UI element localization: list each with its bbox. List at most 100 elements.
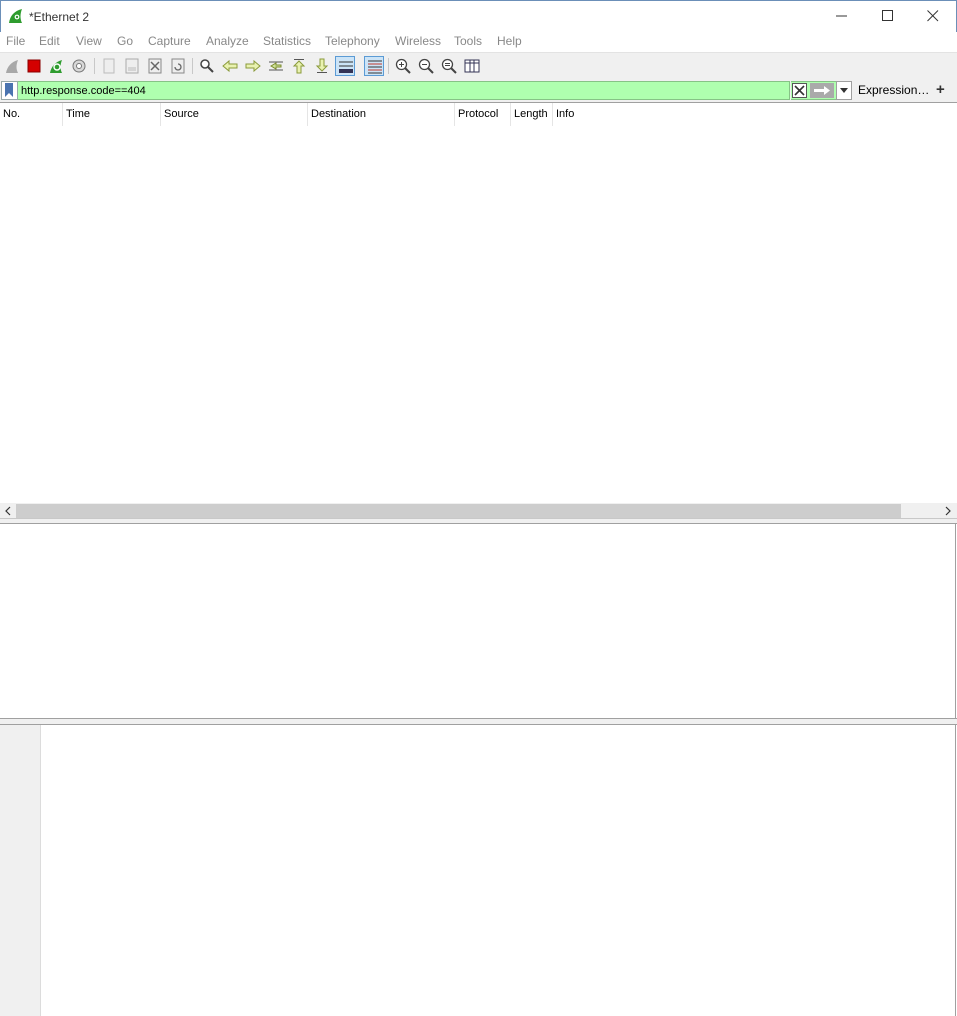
zoom-out-icon — [418, 58, 434, 74]
column-header-label: Length — [514, 108, 548, 120]
packet-list-horizontal-scrollbar[interactable] — [0, 503, 957, 519]
close-window-button[interactable] — [910, 1, 956, 31]
column-header-label: Source — [164, 108, 199, 120]
column-header-label: No. — [3, 108, 21, 120]
display-filter-input[interactable] — [18, 81, 790, 100]
menu-analyze[interactable]: Analyze — [206, 34, 249, 48]
restart-capture-icon — [50, 60, 62, 73]
toolbar-separator — [192, 58, 193, 74]
menu-bar: File Edit View Go Capture Analyze Statis… — [0, 32, 957, 52]
pane-splitter[interactable] — [0, 718, 957, 725]
save-file-button[interactable] — [122, 56, 142, 76]
packet-bytes-pane[interactable] — [0, 725, 956, 1016]
reload-file-icon — [171, 58, 185, 74]
autoscroll-button[interactable] — [335, 56, 355, 76]
menu-go[interactable]: Go — [117, 34, 133, 48]
title-bar: *Ethernet 2 — [0, 0, 957, 33]
close-file-button[interactable] — [145, 56, 165, 76]
autoscroll-icon — [339, 61, 353, 73]
colorize-button[interactable] — [364, 56, 384, 76]
column-header-no[interactable]: No. — [0, 103, 63, 126]
maximize-icon — [882, 10, 893, 21]
add-filter-button[interactable]: + — [936, 81, 945, 98]
minimize-button[interactable] — [819, 1, 865, 31]
bytes-offset-gutter — [0, 725, 41, 1016]
window-title: *Ethernet 2 — [29, 10, 90, 24]
column-header-label: Protocol — [458, 108, 499, 120]
scrollbar-thumb[interactable] — [16, 504, 901, 518]
go-forward-icon — [245, 59, 261, 73]
resize-columns-icon — [464, 59, 480, 73]
colorize-icon — [368, 60, 382, 74]
filter-history-dropdown[interactable] — [836, 81, 852, 100]
close-icon — [927, 10, 939, 22]
main-toolbar — [0, 52, 957, 81]
reload-file-button[interactable] — [168, 56, 188, 76]
scroll-right-arrow-icon[interactable] — [943, 506, 953, 516]
toolbar-separator — [388, 58, 389, 74]
bookmark-icon — [5, 83, 13, 97]
menu-capture[interactable]: Capture — [148, 34, 191, 48]
resize-columns-button[interactable] — [462, 56, 482, 76]
expression-button[interactable]: Expression… — [858, 83, 929, 97]
go-first-button[interactable] — [289, 56, 309, 76]
scroll-left-arrow-icon[interactable] — [3, 506, 13, 516]
maximize-button[interactable] — [865, 1, 911, 31]
capture-options-button[interactable] — [69, 56, 89, 76]
go-back-button[interactable] — [220, 56, 240, 76]
column-header-label: Time — [66, 108, 91, 120]
restart-capture-button[interactable] — [46, 56, 66, 76]
capture-options-gear-icon — [72, 59, 86, 73]
go-to-packet-button[interactable] — [266, 56, 286, 76]
column-header-destination[interactable]: Destination — [308, 103, 455, 126]
display-filter-bar: Expression… + — [0, 80, 957, 102]
menu-help[interactable]: Help — [497, 34, 522, 48]
column-header-info[interactable]: Info — [553, 103, 957, 126]
apply-arrow-icon — [810, 83, 834, 98]
close-file-icon — [148, 58, 162, 74]
packet-details-pane[interactable] — [0, 524, 956, 718]
zoom-in-button[interactable] — [393, 56, 413, 76]
filter-bookmark-button[interactable] — [1, 81, 18, 100]
zoom-normal-icon — [441, 58, 457, 74]
stop-capture-button[interactable] — [24, 56, 44, 76]
minimize-icon — [836, 15, 847, 17]
column-header-protocol[interactable]: Protocol — [455, 103, 511, 126]
column-header-label: Info — [556, 108, 575, 120]
menu-statistics[interactable]: Statistics — [263, 34, 311, 48]
shark-fin-start-icon — [6, 60, 18, 73]
open-file-button[interactable] — [99, 56, 119, 76]
menu-file[interactable]: File — [6, 34, 25, 48]
column-header-time[interactable]: Time — [63, 103, 161, 126]
find-packet-button[interactable] — [197, 56, 217, 76]
column-header-label: Destination — [311, 108, 367, 120]
menu-view[interactable]: View — [76, 34, 102, 48]
go-last-button[interactable] — [312, 56, 332, 76]
go-last-icon — [315, 58, 329, 73]
packet-list-header: No. Time Source Destination Protocol Len… — [0, 103, 957, 126]
menu-telephony[interactable]: Telephony — [325, 34, 380, 48]
stop-square-icon — [27, 59, 41, 73]
clear-x-icon — [792, 83, 807, 98]
go-back-icon — [222, 59, 238, 73]
clear-filter-button[interactable] — [791, 81, 808, 100]
start-capture-button[interactable] — [2, 56, 22, 76]
apply-filter-button[interactable] — [808, 81, 836, 100]
save-file-icon — [125, 58, 139, 74]
menu-tools[interactable]: Tools — [454, 34, 482, 48]
column-header-source[interactable]: Source — [161, 103, 308, 126]
find-packet-icon — [200, 59, 214, 73]
zoom-normal-button[interactable] — [439, 56, 459, 76]
menu-wireless[interactable]: Wireless — [395, 34, 441, 48]
wireshark-app-icon — [9, 9, 22, 23]
toolbar-separator — [94, 58, 95, 74]
packet-list-pane[interactable]: No. Time Source Destination Protocol Len… — [0, 102, 957, 519]
go-forward-button[interactable] — [243, 56, 263, 76]
zoom-out-button[interactable] — [416, 56, 436, 76]
go-first-icon — [292, 59, 306, 74]
column-header-length[interactable]: Length — [511, 103, 553, 126]
open-file-icon — [103, 58, 115, 74]
menu-edit[interactable]: Edit — [39, 34, 60, 48]
zoom-in-icon — [395, 58, 411, 74]
go-to-packet-icon — [269, 61, 283, 71]
